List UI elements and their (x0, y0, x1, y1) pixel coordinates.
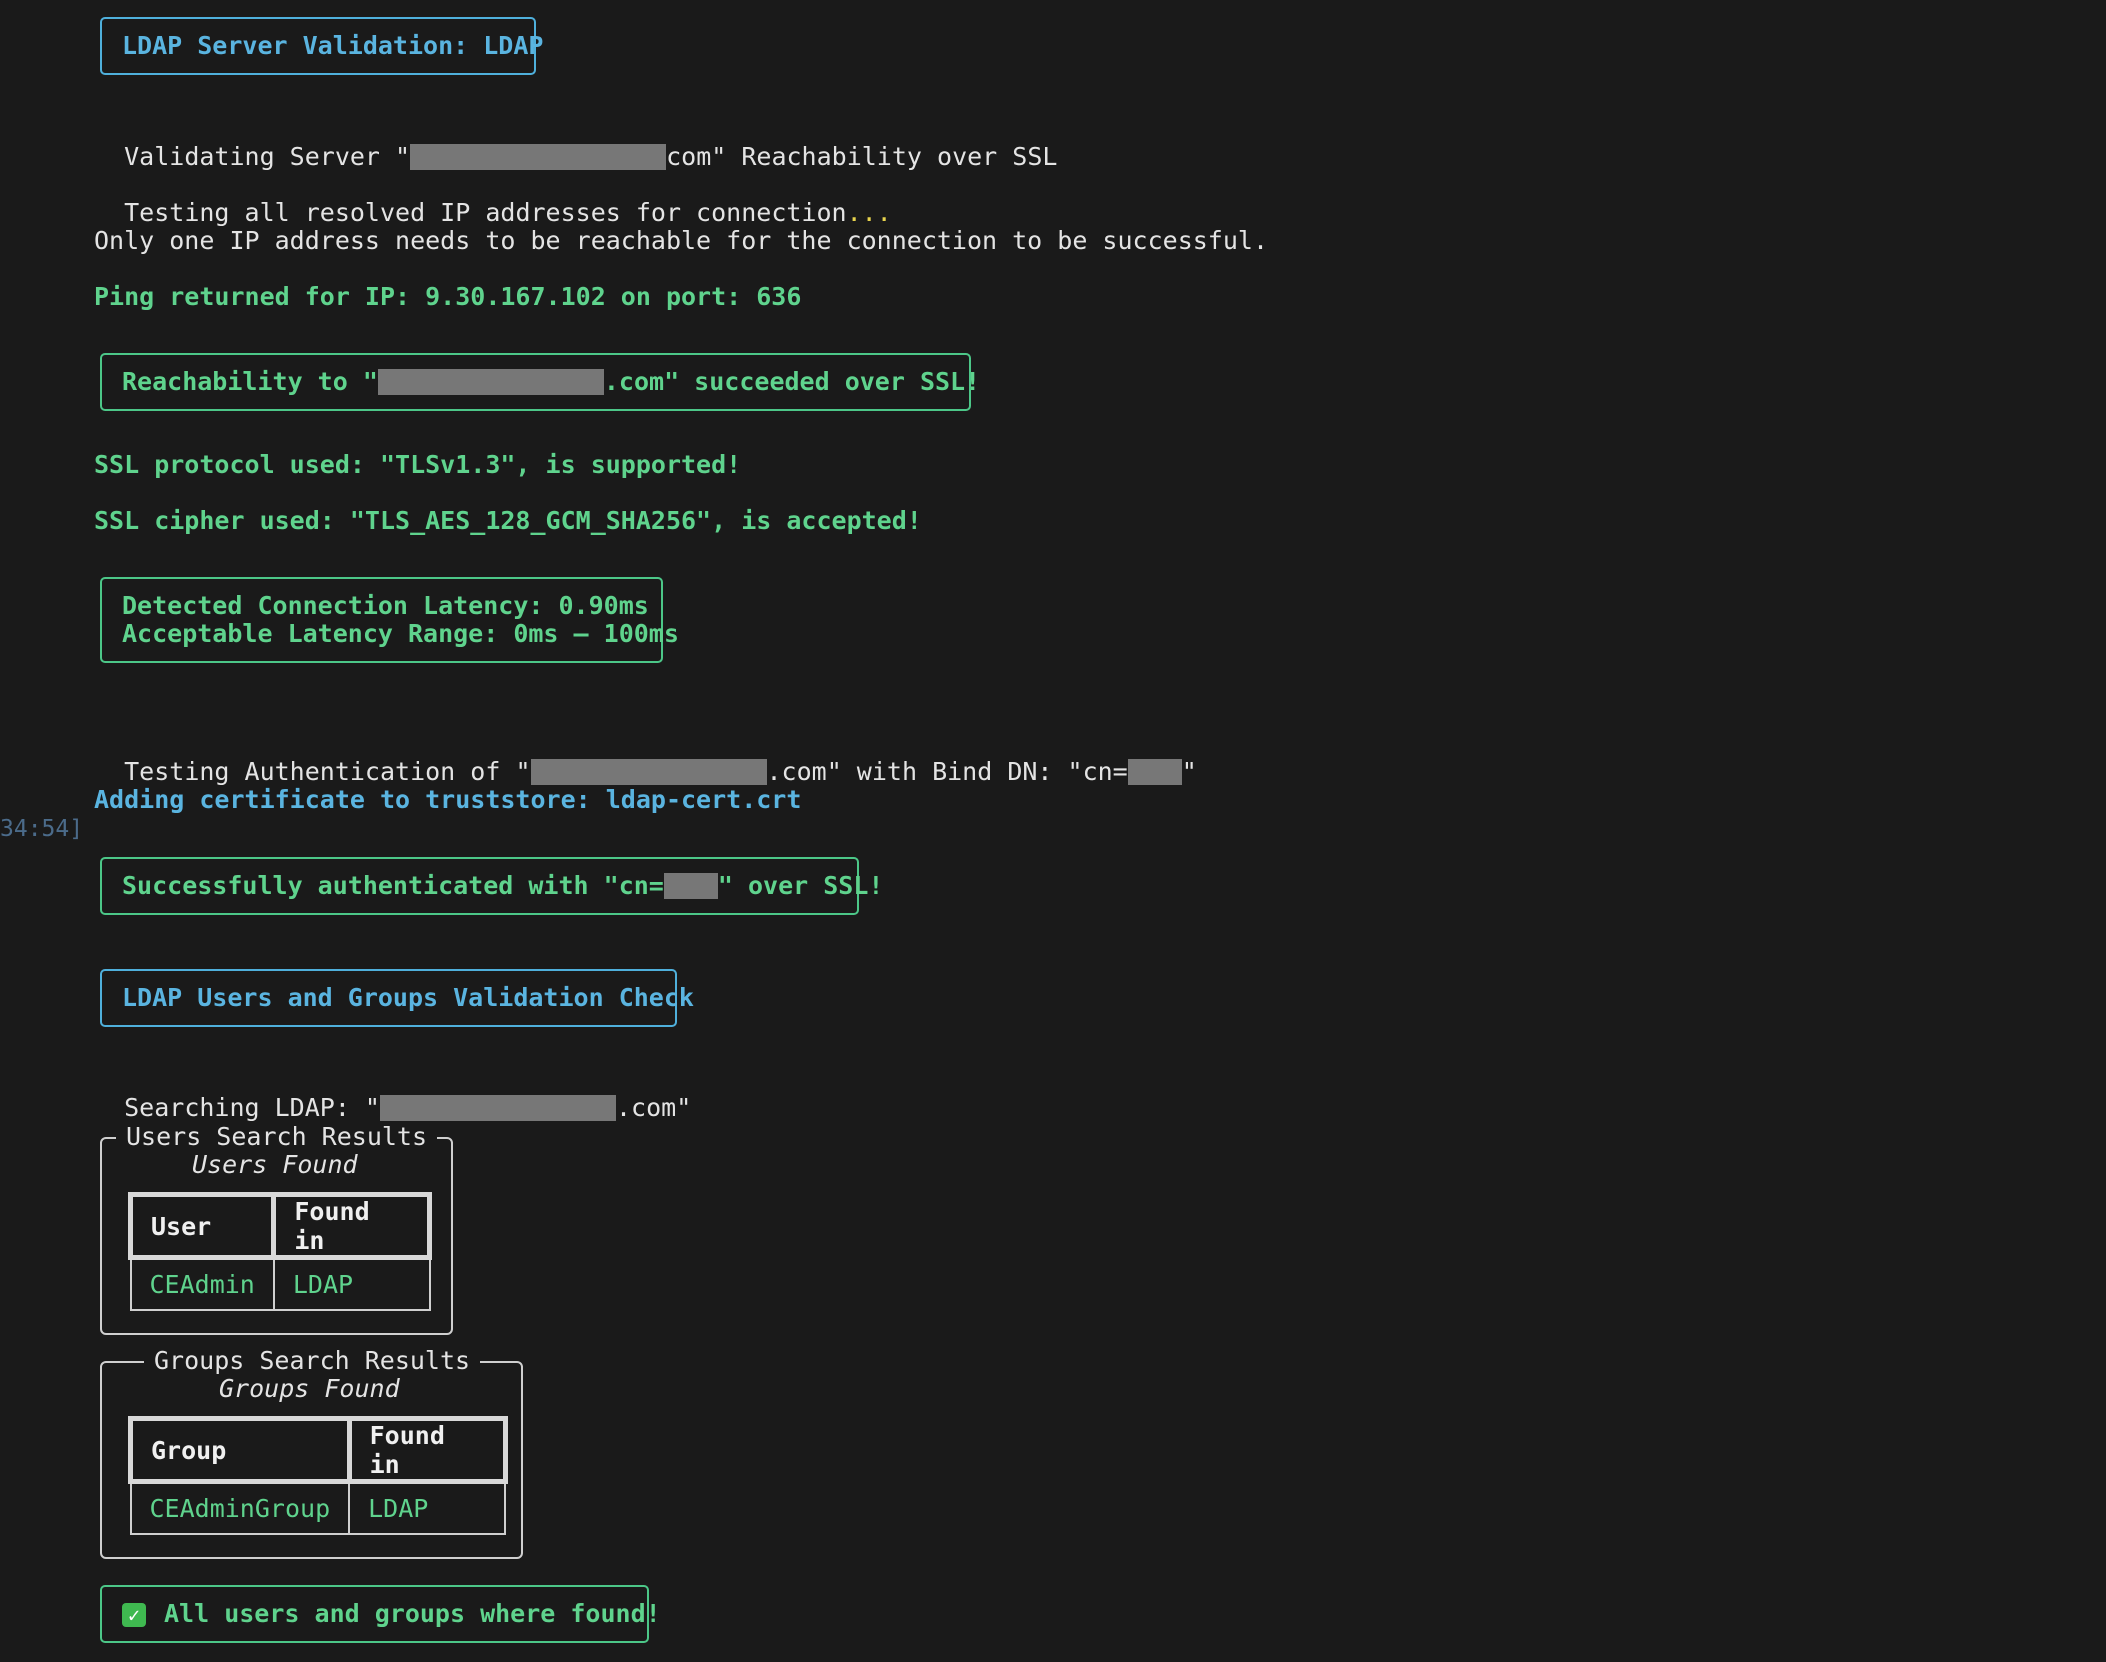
users-table-header-row: User Found in (127, 1192, 433, 1260)
auth-suffix: " (1181, 757, 1197, 786)
groups-table-header-row: Group Found in (128, 1416, 508, 1484)
users-panel-title: Users Search Results (116, 1123, 438, 1151)
groups-panel-caption: Groups Found (219, 1374, 400, 1403)
auth-prefix: Testing Authentication of " (124, 757, 531, 786)
latency-detected-text: Detected Connection Latency: 0.90ms (122, 591, 649, 620)
found-in-cell: LDAP (348, 1480, 507, 1535)
ping-result-line: Ping returned for IP: 9.30.167.102 on po… (94, 282, 802, 311)
users-header-found-in: Found in (271, 1192, 433, 1260)
latency-box: Detected Connection Latency: 0.90ms Acce… (100, 577, 679, 663)
searching-ldap-line: Searching LDAP: " .com" (94, 1066, 691, 1122)
users-groups-validation-header-text: LDAP Users and Groups Validation Check (122, 983, 694, 1012)
testing-ips-line: Testing all resolved IP addresses for co… (94, 171, 892, 227)
users-results-table: User Found in CEAdmin LDAP (127, 1192, 433, 1311)
redacted-bind-user (663, 873, 718, 899)
timestamp-fragment: 34:54] (0, 816, 84, 842)
table-row: CEAdmin LDAP (129, 1256, 431, 1311)
ldap-server-validation-header-text: LDAP Server Validation: LDAP (122, 31, 544, 60)
users-search-results-panel: Users Search Results Users Found User Fo… (100, 1123, 453, 1335)
redacted-bind-user (1127, 759, 1182, 785)
validating-server-suffix: com" Reachability over SSL (666, 142, 1058, 171)
group-cell: CEAdminGroup (129, 1480, 351, 1535)
users-header-user: User (127, 1192, 277, 1260)
groups-header-found-in: Found in (346, 1416, 508, 1484)
searching-suffix: .com" (615, 1093, 692, 1122)
testing-ips-ellipsis: ... (846, 198, 892, 227)
redacted-hostname (530, 759, 767, 785)
auth-middle: .com" with Bind DN: "cn= (766, 757, 1128, 786)
testing-ips-text: Testing all resolved IP addresses for co… (124, 198, 847, 227)
auth-success-suffix: " over SSL! (717, 871, 884, 900)
auth-success-prefix: Successfully authenticated with "cn= (122, 871, 664, 900)
searching-prefix: Searching LDAP: " (124, 1093, 380, 1122)
reachability-prefix: Reachability to " (122, 367, 378, 396)
groups-search-results-panel: Groups Search Results Groups Found Group… (100, 1347, 523, 1559)
reachability-success-text: Reachability to " .com" succeeded over SS… (122, 367, 980, 396)
users-groups-validation-header: LDAP Users and Groups Validation Check (100, 969, 694, 1027)
latency-range-text: Acceptable Latency Range: 0ms – 100ms (122, 619, 679, 648)
all-found-success-line: ✓ All users and groups where found! (122, 1600, 661, 1628)
all-found-success-text: All users and groups where found! (164, 1599, 661, 1628)
check-mark-icon: ✓ (122, 1603, 146, 1627)
authentication-success-box: Successfully authenticated with "cn= " ov… (100, 857, 883, 915)
table-row: CEAdminGroup LDAP (129, 1480, 507, 1535)
redacted-hostname (410, 144, 667, 170)
testing-authentication-line: Testing Authentication of " .com" with Bi… (94, 730, 1197, 786)
user-cell: CEAdmin (129, 1256, 275, 1311)
ssl-protocol-line: SSL protocol used: "TLSv1.3", is support… (94, 450, 742, 479)
reachability-suffix: .com" succeeded over SSL! (603, 367, 981, 396)
found-in-cell: LDAP (272, 1256, 431, 1311)
redacted-hostname (379, 1095, 616, 1121)
ldap-server-validation-header: LDAP Server Validation: LDAP (100, 17, 544, 75)
validating-server-line: Validating Server " com" Reachability ove… (94, 115, 1057, 171)
groups-header-group: Group (128, 1416, 352, 1484)
only-one-ip-line: Only one IP address needs to be reachabl… (94, 226, 1268, 255)
ssl-cipher-line: SSL cipher used: "TLS_AES_128_GCM_SHA256… (94, 506, 922, 535)
users-panel-caption: Users Found (192, 1150, 358, 1179)
redacted-hostname (377, 369, 604, 395)
reachability-success-box: Reachability to " .com" succeeded over SS… (100, 353, 980, 411)
groups-results-table: Group Found in CEAdminGroup LDAP (128, 1416, 508, 1535)
authentication-success-text: Successfully authenticated with "cn= " ov… (122, 871, 883, 900)
adding-certificate-line: Adding certificate to truststore: ldap-c… (94, 785, 802, 814)
validating-server-prefix: Validating Server " (124, 142, 411, 171)
all-found-success-box: ✓ All users and groups where found! (100, 1585, 661, 1643)
groups-panel-title: Groups Search Results (144, 1347, 481, 1375)
